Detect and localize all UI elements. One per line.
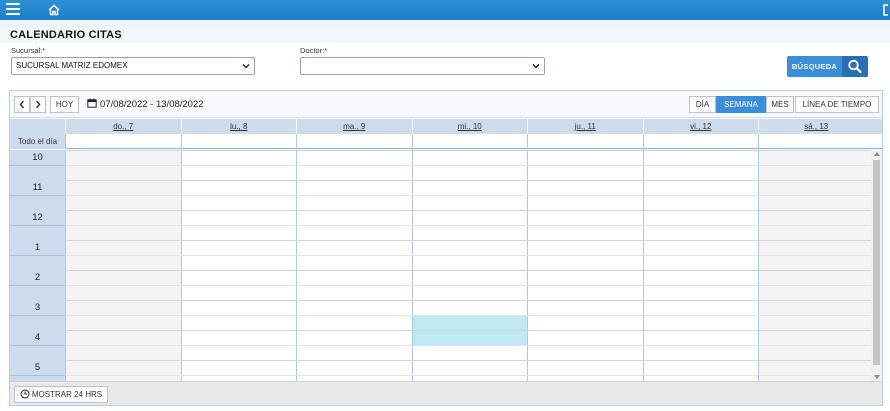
search-icon-box	[842, 56, 868, 77]
hour-line	[65, 270, 871, 271]
title-band	[0, 27, 890, 43]
gutter-line	[10, 375, 65, 376]
day-column-4[interactable]	[527, 150, 643, 381]
show-24-hrs-button[interactable]: MOSTRAR 24 HRS	[14, 386, 108, 403]
view-day-button[interactable]: DÍA	[689, 96, 716, 113]
half-hour-line	[65, 225, 871, 226]
gutter-line	[10, 255, 65, 256]
half-hour-line	[65, 165, 871, 166]
hour-line	[65, 210, 871, 211]
half-hour-line	[65, 255, 871, 256]
day-header: do., 7 lu., 8 ma., 9 mi., 10 ju., 11 vi., 12 s…	[10, 119, 882, 134]
chevron-down-icon	[242, 64, 250, 69]
home-icon[interactable]	[47, 3, 61, 17]
hour-label: 11	[32, 182, 43, 193]
hour-line	[65, 180, 871, 181]
all-day-cell-6[interactable]	[758, 134, 874, 149]
scroll-thumb[interactable]	[873, 160, 880, 365]
search-icon	[848, 59, 862, 74]
hour-line	[65, 240, 871, 241]
all-day-label: Todo el día	[10, 134, 65, 149]
top-bar	[0, 0, 890, 20]
hour-label: 10	[32, 152, 43, 163]
day-header-5[interactable]: vi., 12	[642, 119, 759, 134]
hour-label: 1	[34, 242, 41, 253]
all-day-cell-0[interactable]	[65, 134, 181, 149]
calendar-toolbar: HOY 07/08/2022 - 13/08/2022 DÍA SEMANA M…	[10, 91, 882, 118]
all-day-cell-5[interactable]	[642, 134, 759, 149]
half-hour-line	[65, 375, 871, 376]
all-day-cell-1[interactable]	[180, 134, 297, 149]
hour-line	[65, 300, 871, 301]
search-button-label: BÚSQUEDA	[791, 62, 838, 71]
date-range[interactable]: 07/08/2022 - 13/08/2022	[87, 98, 204, 110]
day-header-2[interactable]: ma., 9	[296, 119, 412, 134]
show-24-hrs-label: MOSTRAR 24 HRS	[31, 390, 103, 399]
chevron-left-icon	[19, 100, 25, 109]
day-header-1[interactable]: lu., 8	[180, 119, 297, 134]
week-grid: do., 7 lu., 8 ma., 9 mi., 10 ju., 11 vi., 12 s…	[10, 119, 882, 381]
next-button[interactable]	[30, 96, 46, 113]
hour-line	[65, 330, 871, 331]
gutter-line	[10, 285, 65, 286]
today-button[interactable]: HOY	[50, 96, 79, 113]
doctor-select[interactable]	[300, 57, 545, 75]
gutter-line	[10, 165, 65, 166]
half-hour-line	[65, 315, 871, 316]
doctor-label: Doctor:*	[300, 46, 327, 55]
vertical-scrollbar[interactable]	[871, 150, 882, 381]
sucursal-label-text: Sucursal:	[11, 46, 43, 55]
sucursal-label: Sucursal:*	[11, 46, 45, 55]
exit-icon[interactable]	[882, 4, 890, 16]
view-week-button[interactable]: SEMANA	[716, 96, 766, 113]
all-day-cell-4[interactable]	[527, 134, 643, 149]
sucursal-select[interactable]: SUCURSAL MATRIZ EDOMEX	[11, 57, 255, 75]
hour-line	[65, 360, 871, 361]
view-timeline-button[interactable]: LÍNEA DE TIEMPO	[795, 96, 879, 113]
calendar-icon	[87, 98, 97, 108]
scroll-down-icon[interactable]	[874, 375, 880, 379]
date-range-text: 07/08/2022 - 13/08/2022	[100, 99, 204, 110]
day-column-3[interactable]	[411, 150, 528, 381]
all-day-cell-3[interactable]	[411, 134, 528, 149]
page-title: CALENDARIO CITAS	[10, 29, 122, 41]
chevron-down-icon	[532, 64, 540, 69]
half-hour-line	[65, 345, 871, 346]
sucursal-value: SUCURSAL MATRIZ EDOMEX	[16, 61, 128, 70]
day-header-3[interactable]: mi., 10	[411, 119, 528, 134]
prev-button[interactable]	[14, 96, 30, 113]
hour-label: 3	[34, 302, 41, 313]
hour-label: 2	[34, 272, 41, 283]
search-button[interactable]: BÚSQUEDA	[787, 56, 868, 77]
day-column-2[interactable]	[296, 150, 412, 381]
hour-label: 4	[34, 332, 41, 343]
day-column-0[interactable]	[65, 150, 181, 381]
day-header-6[interactable]: sá., 13	[758, 119, 874, 134]
hour-line	[65, 150, 871, 151]
hour-label: 12	[32, 212, 43, 223]
day-column-1[interactable]	[180, 150, 297, 381]
day-column-6[interactable]	[758, 150, 874, 381]
clock-icon	[20, 389, 30, 399]
gutter-line	[10, 345, 65, 346]
gutter-line	[10, 315, 65, 316]
gutter-line	[10, 225, 65, 226]
day-header-0[interactable]: do., 7	[65, 119, 181, 134]
required-mark: *	[324, 46, 328, 55]
doctor-label-text: Doctor:	[300, 46, 325, 55]
view-month-button[interactable]: MES	[766, 96, 794, 113]
calendar-footer: MOSTRAR 24 HRS	[10, 381, 882, 405]
hour-label: 5	[34, 362, 41, 373]
all-day-cell-2[interactable]	[296, 134, 412, 149]
chevron-right-icon	[35, 100, 41, 109]
calendar: HOY 07/08/2022 - 13/08/2022 DÍA SEMANA M…	[9, 90, 883, 406]
scroll-up-icon[interactable]	[874, 152, 880, 156]
day-column-5[interactable]	[642, 150, 759, 381]
half-hour-line	[65, 195, 871, 196]
gutter-line	[10, 195, 65, 196]
hamburger-icon[interactable]	[6, 3, 20, 16]
required-mark: *	[42, 46, 46, 55]
day-header-4[interactable]: ju., 11	[527, 119, 643, 134]
half-hour-line	[65, 285, 871, 286]
